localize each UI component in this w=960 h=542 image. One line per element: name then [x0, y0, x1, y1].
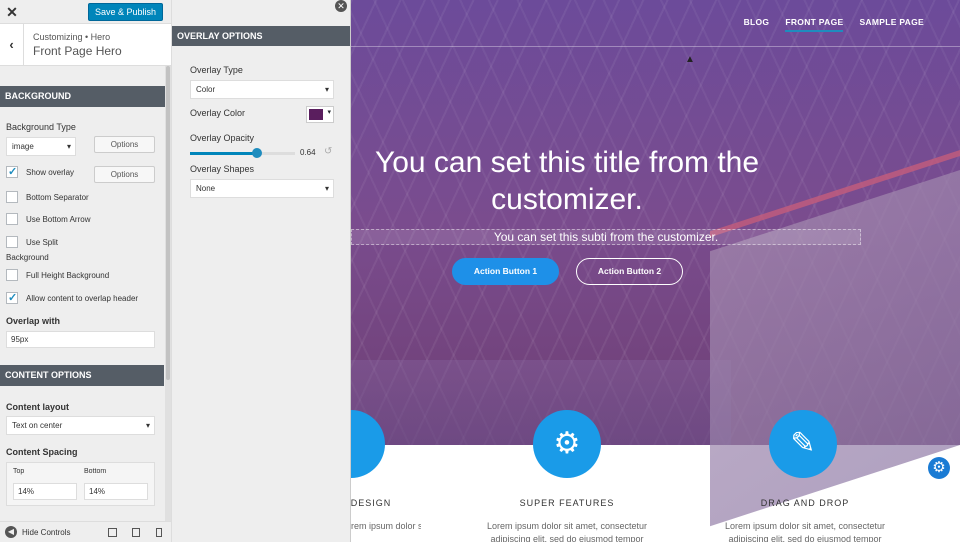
overlay-shapes-label: Overlay Shapes — [190, 164, 255, 174]
checkbox-label: Full Height Background — [26, 270, 110, 280]
chevron-down-icon: ▾ — [324, 85, 329, 94]
checkbox-overlap-header[interactable]: Allow content to overlap header — [6, 291, 138, 305]
checkbox-bottom-separator[interactable]: Bottom Separator — [6, 190, 89, 204]
chevron-down-icon: ▾ — [324, 184, 329, 193]
content-spacing-label: Content Spacing — [6, 447, 78, 457]
back-arrow-icon[interactable]: ‹ — [0, 24, 24, 66]
chevron-down-icon: ▾ — [66, 142, 71, 151]
feature-title-design: DESIGN — [351, 498, 392, 508]
overlay-type-label: Overlay Type — [190, 65, 243, 75]
overlay-options-button[interactable]: Options — [94, 166, 155, 183]
checkbox-use-split[interactable]: Use Split — [6, 235, 58, 249]
checkbox[interactable] — [6, 191, 18, 203]
hero-subtitle[interactable]: You can set this subti from the customiz… — [351, 229, 861, 245]
bottom-label: Bottom — [84, 468, 107, 475]
save-publish-button[interactable]: Save & Publish — [87, 3, 163, 21]
action-button-2[interactable]: Action Button 2 — [576, 258, 683, 285]
checkbox-label: Allow content to overlap header — [26, 293, 139, 303]
bottom-spacing-input[interactable]: 14% — [84, 483, 148, 500]
content-layout-label: Content layout — [6, 402, 69, 412]
checkbox[interactable] — [6, 213, 18, 225]
hide-controls-label[interactable]: Hide Controls — [22, 528, 70, 537]
top-spacing-input[interactable]: 14% — [13, 483, 77, 500]
opacity-slider-fill — [190, 152, 258, 155]
nav-link-blog[interactable]: BLOG — [744, 17, 770, 32]
magic-wand-icon: ✎ — [769, 410, 837, 478]
content-layout-value: Text on center — [12, 421, 63, 430]
opacity-slider-handle[interactable] — [252, 148, 263, 158]
site-navigation: BLOG FRONT PAGE SAMPLE PAGE — [744, 17, 924, 32]
mouse-cursor-icon: ▲ — [685, 54, 695, 65]
hide-controls-icon[interactable]: ◀ — [5, 526, 17, 538]
color-chip — [309, 109, 323, 120]
content-spacing-box: Top Bottom 14% 14% — [6, 462, 155, 506]
background-options-button[interactable]: Options — [94, 136, 155, 153]
checkbox[interactable] — [6, 291, 18, 304]
checkbox[interactable] — [6, 269, 18, 281]
gears-icon: ⚙ — [533, 410, 601, 478]
site-preview: BLOG FRONT PAGE SAMPLE PAGE You can set … — [351, 0, 960, 542]
checkbox-label: Use Split — [26, 237, 59, 247]
nav-link-front-page[interactable]: FRONT PAGE — [785, 17, 844, 32]
breadcrumb: Customizing • Hero — [33, 32, 111, 42]
overlay-options-panel: ✕ OVERLAY OPTIONS Overlay Type Color ▾ O… — [172, 0, 351, 542]
overlay-type-select[interactable]: Color ▾ — [190, 80, 334, 99]
background-section-header: BACKGROUND — [0, 86, 171, 107]
content-layout-select[interactable]: Text on center ▾ — [6, 416, 155, 435]
settings-gear-icon[interactable]: ⚙ — [928, 457, 950, 479]
nav-link-sample-page[interactable]: SAMPLE PAGE — [859, 17, 924, 32]
split-label-continued: Background — [6, 253, 49, 262]
checkbox-show-overlay[interactable]: Show overlay — [6, 165, 74, 179]
page-title: Front Page Hero — [33, 44, 122, 58]
overlay-color-picker[interactable]: ▾ — [306, 106, 334, 123]
customizer-sidebar: ✕ Save & Publish ‹ Customizing • Hero Fr… — [0, 0, 172, 542]
checkbox-label: Bottom Separator — [26, 192, 89, 202]
feature-title-drag-and-drop: DRAG AND DROP — [760, 498, 850, 508]
mobile-icon[interactable] — [156, 528, 162, 537]
close-icon[interactable]: ✕ — [0, 0, 24, 24]
tablet-icon[interactable] — [132, 528, 140, 537]
overlay-options-header: OVERLAY OPTIONS — [172, 26, 350, 46]
overlap-input[interactable]: 95px — [6, 331, 155, 348]
desktop-icon[interactable] — [108, 528, 117, 537]
customizer-header: ✕ Save & Publish — [0, 0, 171, 24]
top-label: Top — [13, 468, 25, 475]
overlay-opacity-label: Overlay Opacity — [190, 133, 255, 143]
checkbox-label: Use Bottom Arrow — [26, 214, 91, 224]
customizer-footer: ◀ Hide Controls — [0, 521, 171, 542]
overlay-shapes-value: None — [196, 184, 216, 193]
hero-title: You can set this title from the customiz… — [374, 146, 760, 216]
opacity-slider-track[interactable] — [190, 152, 295, 155]
feature-text-drag-and-drop: Lorem ipsum dolor sit amet, consectetur … — [724, 521, 886, 542]
feature-text-design: Lorem ipsum dolor sit amet, consectetur — [351, 521, 421, 531]
reset-icon[interactable]: ↺ — [324, 146, 332, 157]
feature-text-super-features: Lorem ipsum dolor sit amet, consectetur … — [486, 521, 648, 542]
section-title: ‹ Customizing • Hero Front Page Hero — [0, 24, 171, 66]
background-type-label: Background Type — [6, 122, 76, 132]
feature-title-super-features: SUPER FEATURES — [519, 498, 615, 508]
scrollbar-thumb[interactable] — [166, 66, 170, 380]
chevron-down-icon: ▾ — [327, 109, 331, 116]
nav-divider — [351, 46, 960, 47]
overlay-shapes-select[interactable]: None ▾ — [190, 179, 334, 198]
background-type-select[interactable]: image ▾ — [6, 137, 76, 156]
checkbox-full-height[interactable]: Full Height Background — [6, 268, 109, 282]
checkbox-bottom-arrow[interactable]: Use Bottom Arrow — [6, 212, 90, 226]
content-options-header: CONTENT OPTIONS — [0, 365, 164, 386]
chevron-down-icon: ▾ — [145, 421, 150, 430]
overlay-type-value: Color — [196, 85, 216, 94]
close-panel-icon[interactable]: ✕ — [335, 0, 347, 12]
hero-background — [351, 0, 960, 527]
checkbox-label: Show overlay — [26, 167, 75, 177]
opacity-value: 0.64 — [300, 148, 316, 157]
overlap-label: Overlap with — [6, 316, 61, 326]
checkbox[interactable] — [6, 165, 18, 178]
background-type-value: image — [12, 142, 34, 151]
action-button-1[interactable]: Action Button 1 — [452, 258, 559, 285]
checkbox[interactable] — [6, 236, 18, 248]
overlay-color-label: Overlay Color — [190, 108, 246, 118]
